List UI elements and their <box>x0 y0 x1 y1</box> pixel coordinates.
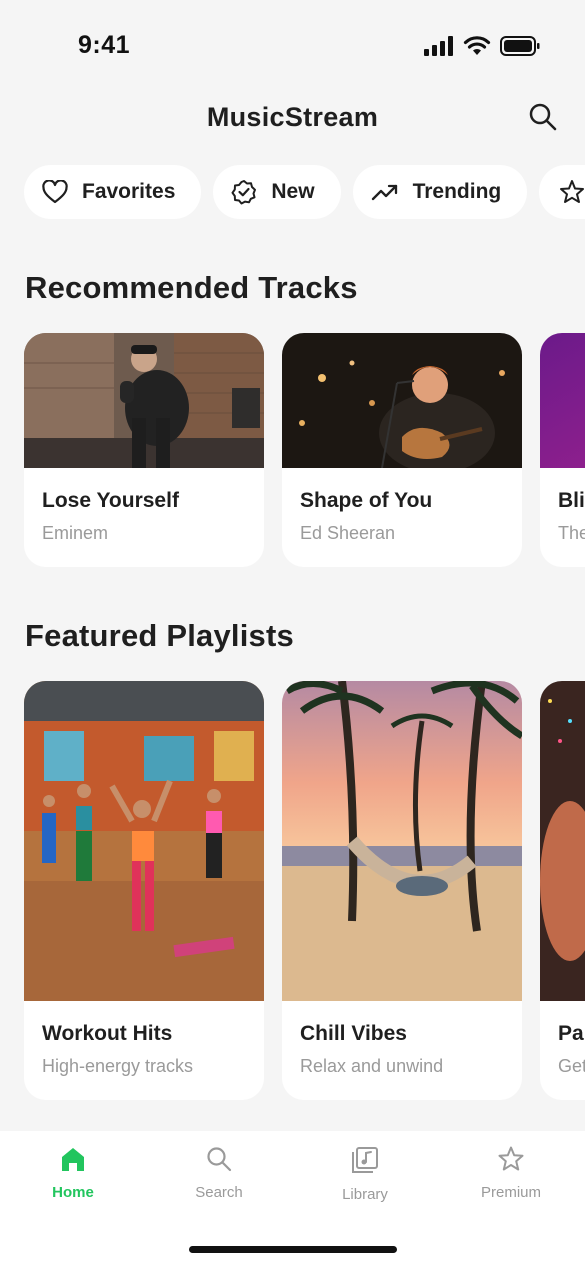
filter-chips: Favorites New Trending <box>24 165 585 219</box>
tab-premium[interactable]: Premium <box>438 1145 584 1201</box>
app-screen: 9:41 MusicStream Favorites New Trending … <box>0 0 585 1266</box>
tab-library[interactable]: Library <box>292 1145 438 1203</box>
track-title: Bli <box>558 489 585 512</box>
home-icon <box>62 1148 84 1171</box>
star-icon <box>498 1146 524 1171</box>
playlist-title: Pa <box>558 1022 584 1045</box>
app-header: MusicStream <box>0 96 585 140</box>
app-title: MusicStream <box>206 102 379 132</box>
playlist-subtitle: Relax and unwind <box>300 1056 444 1076</box>
tab-label: Library <box>342 1186 388 1203</box>
status-bar: 9:41 <box>0 30 585 62</box>
library-icon <box>352 1147 378 1173</box>
battery-icon <box>500 35 540 56</box>
chip-label: Trending <box>412 180 502 203</box>
tab-label: Home <box>52 1184 94 1201</box>
status-time: 9:41 <box>78 31 131 59</box>
trending-up-icon <box>371 184 397 201</box>
status-icons <box>424 35 540 56</box>
track-title: Lose Yourself <box>42 489 179 512</box>
badge-check-icon <box>231 180 257 205</box>
chip-trending[interactable]: Trending <box>352 165 528 219</box>
search-icon <box>207 1147 232 1172</box>
playlist-cover-image <box>24 681 264 1001</box>
header-search-button[interactable] <box>527 101 559 133</box>
playlist-title: Workout Hits <box>42 1022 173 1045</box>
playlist-title: Chill Vibes <box>300 1022 407 1045</box>
chip-label: New <box>271 180 315 203</box>
playlist-card[interactable]: Chill Vibes Relax and unwind <box>282 681 522 1100</box>
album-art-image <box>282 333 522 468</box>
track-card[interactable]: Shape of You Ed Sheeran <box>282 333 522 567</box>
track-card[interactable]: Lose Yourself Eminem <box>24 333 264 567</box>
track-artist: Ed Sheeran <box>300 523 396 543</box>
album-art-image <box>540 333 585 468</box>
playlist-subtitle: Get <box>558 1056 585 1076</box>
chip-label: Favorites <box>82 180 176 203</box>
tab-home[interactable]: Home <box>0 1145 146 1201</box>
track-artist: The <box>558 523 585 543</box>
track-title: Shape of You <box>300 489 433 512</box>
track-artist: Eminem <box>42 523 109 543</box>
playlist-cover-image <box>540 681 585 1001</box>
chip-new[interactable]: New <box>213 165 341 219</box>
star-icon <box>560 180 585 203</box>
section-title-recommended: Recommended Tracks <box>25 270 358 305</box>
recommended-tracks-row: Lose Yourself Eminem Shape of You Ed She… <box>24 333 585 567</box>
tab-search[interactable]: Search <box>146 1145 292 1201</box>
playlist-subtitle: High-energy tracks <box>42 1056 194 1076</box>
chip-more[interactable] <box>539 165 585 219</box>
featured-playlists-row: Workout Hits High-energy tracks Chill Vi… <box>24 681 585 1100</box>
album-art-image <box>24 333 264 468</box>
playlist-card[interactable]: Workout Hits High-energy tracks <box>24 681 264 1100</box>
search-icon <box>529 103 557 131</box>
tab-label: Search <box>195 1184 243 1201</box>
heart-icon <box>42 180 68 204</box>
tab-label: Premium <box>480 1184 541 1201</box>
playlist-cover-image <box>282 681 522 1001</box>
section-title-featured: Featured Playlists <box>25 618 294 653</box>
track-card[interactable]: Bli The <box>540 333 585 567</box>
cellular-signal-icon <box>424 35 453 56</box>
playlist-card[interactable]: Pa Get <box>540 681 585 1100</box>
wifi-icon <box>463 36 491 55</box>
chip-favorites[interactable]: Favorites <box>24 165 202 219</box>
home-indicator <box>189 1246 397 1253</box>
